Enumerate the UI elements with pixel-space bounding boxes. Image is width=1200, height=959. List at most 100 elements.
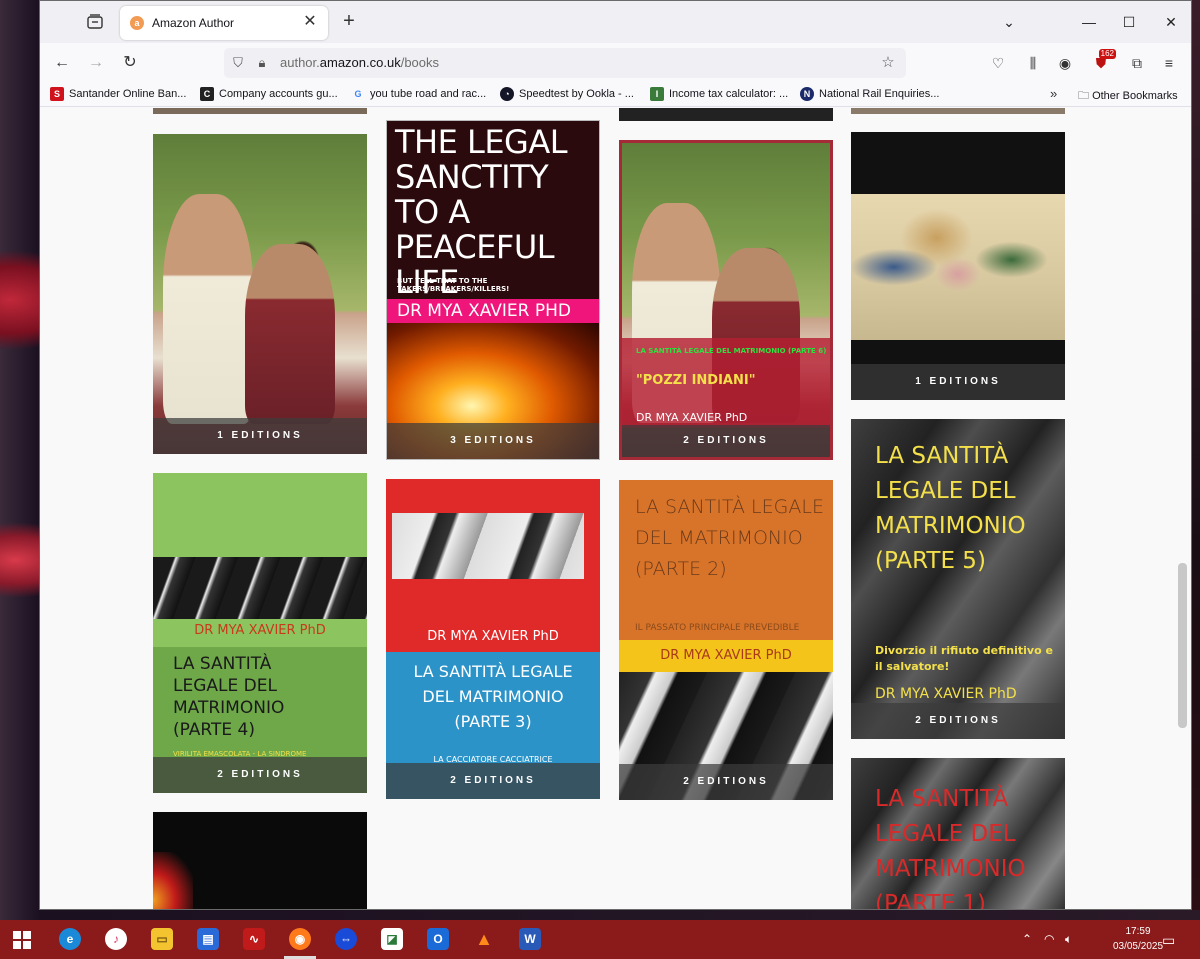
notifications-icon[interactable]: ▭ [1162, 932, 1175, 949]
edge-icon[interactable]: e [59, 928, 81, 950]
tab-overview-icon[interactable] [86, 13, 104, 31]
editions-label: 2 EDITIONS [386, 763, 600, 799]
editions-label: 1 EDITIONS [153, 418, 367, 454]
handshake-image [392, 513, 584, 579]
cover-art-image [153, 852, 193, 909]
bookmark-company-accounts[interactable]: C Company accounts gu... [200, 87, 338, 101]
bookmark-youtube-search[interactable]: Gyou tube road and rac... [351, 87, 486, 101]
file-explorer-icon[interactable]: ▭ [151, 928, 173, 950]
book-author: DR MYA XAVIER PHD [397, 301, 571, 321]
itunes-icon[interactable]: ♪ [105, 928, 127, 950]
scanner-icon[interactable]: ▤ [197, 928, 219, 950]
book-author: DR MYA XAVIER PhD [660, 648, 792, 663]
address-bar[interactable]: ⛉ 🔒︎ author.amazon.co.uk/books ☆ [224, 48, 906, 78]
editions-label: 2 EDITIONS [619, 764, 833, 800]
cover-figure-woman [245, 244, 335, 424]
back-icon[interactable]: ← [51, 52, 73, 74]
vlc-icon[interactable]: ▲ [473, 928, 495, 950]
book-title: LA SANTITÀ LEGALE DEL MATRIMONIO (PARTE … [413, 662, 573, 731]
lock-icon[interactable]: 🔒︎ [254, 55, 270, 71]
system-clock[interactable]: 17:59 03/05/2025 [1110, 924, 1166, 954]
book-card[interactable]: LA SANTITÀ LEGALE DEL MATRIMONIO (PARTE … [851, 758, 1065, 910]
shield-icon[interactable]: ⛉ [230, 55, 246, 71]
editions-label: 2 EDITIONS [622, 425, 830, 457]
close-tab-icon[interactable]: ✕ [300, 12, 320, 32]
bookmarks-bar: S Santander Online Ban... C Company accoun… [40, 83, 1191, 107]
book-title: LA SANTITÀ LEGALE DEL MATRIMONIO (PARTE … [875, 786, 1026, 910]
national-rail-icon: N [800, 87, 814, 101]
nav-bar: ← → ↻ ⛉ 🔒︎ author.amazon.co.uk/books ☆ ♡… [40, 43, 1191, 83]
bookmark-speedtest[interactable]: ◔ Speedtest by Ookla - ... [500, 87, 634, 101]
book-card[interactable]: THE LEGAL SANCTITY TO A PEACEFUL LIFE BU… [386, 120, 600, 460]
maps-icon[interactable]: ◪ [381, 928, 403, 950]
word-icon[interactable]: W [519, 928, 541, 950]
book-author: DR MYA XAVIER PhD [875, 686, 1017, 702]
windows-start-icon[interactable] [12, 930, 32, 950]
reload-icon[interactable]: ↻ [119, 52, 141, 74]
crowd-painting-image [851, 194, 1065, 340]
chevron-down-icon[interactable]: ⌄ [998, 11, 1020, 33]
extension-shield-icon[interactable]: ⛊ 162 [1090, 49, 1116, 74]
clock-date: 03/05/2025 [1112, 941, 1164, 952]
book-card-cropped[interactable] [153, 108, 367, 114]
books-page: 1 EDITIONS THE LEGAL SANCTITY TO A PEACE… [40, 108, 1191, 910]
tray-chevron-up-icon[interactable]: ⌃ [1022, 932, 1032, 946]
account-icon[interactable]: ◉ [1054, 52, 1076, 74]
firefox-icon[interactable]: ◉ [289, 928, 311, 950]
bookmark-national-rail[interactable]: N National Rail Enquiries... [800, 87, 939, 101]
book-subtitle: "POZZI INDIANI" [636, 373, 756, 388]
editions-label: 2 EDITIONS [851, 703, 1065, 739]
minimize-icon[interactable]: — [1078, 11, 1100, 33]
book-title: LA SANTITÀ LEGALE DEL MATRIMONIO (PARTE … [636, 347, 827, 355]
tab-bar: a Amazon Author ✕ + ⌄ — ☐ ✕ [40, 1, 1191, 43]
book-author: DR MYA XAVIER PhD [636, 411, 748, 424]
browser-window: a Amazon Author ✕ + ⌄ — ☐ ✕ ← → ↻ ⛉ 🔒︎ a… [39, 0, 1192, 910]
editions-label: 1 EDITIONS [851, 364, 1065, 400]
new-tab-icon[interactable]: + [338, 11, 360, 33]
speedtest-icon: ◔ [500, 87, 514, 101]
extensions-puzzle-icon[interactable]: ⧉ [1126, 52, 1148, 74]
wifi-icon[interactable]: ◠ [1044, 932, 1054, 946]
book-card[interactable] [153, 812, 367, 909]
forward-icon[interactable]: → [85, 52, 107, 74]
outlook-icon[interactable]: O [427, 928, 449, 950]
bookmark-star-icon[interactable]: ☆ [880, 55, 896, 71]
company-icon: C [200, 87, 214, 101]
activity-monitor-icon[interactable]: ∿ [243, 928, 265, 950]
other-bookmarks-folder[interactable]: 🗀︎ Other Bookmarks [1078, 87, 1178, 106]
book-card[interactable]: DR MYA XAVIER PhD LA SANTITÀ LEGALE DEL … [386, 479, 600, 799]
book-card[interactable]: LA SANTITÀ LEGALE DEL MATRIMONIO (PARTE … [851, 419, 1065, 739]
pocket-icon[interactable]: ♡ [987, 52, 1009, 74]
url-text[interactable]: author.amazon.co.uk/books [280, 55, 439, 70]
book-card[interactable]: 1 EDITIONS [851, 132, 1065, 400]
teamviewer-icon[interactable]: ⇔ [335, 928, 357, 950]
more-bookmarks-icon[interactable]: » [1050, 86, 1057, 101]
book-author: DR MYA XAVIER PhD [427, 629, 559, 644]
amazon-favicon-icon: a [130, 16, 144, 30]
tab-amazon-author[interactable]: a Amazon Author ✕ [120, 6, 328, 40]
maximize-icon[interactable]: ☐ [1118, 11, 1140, 33]
book-subtitle: Divorzio il rifiuto definitivo e il salv… [875, 644, 1053, 673]
close-window-icon[interactable]: ✕ [1160, 11, 1182, 33]
editions-label: 2 EDITIONS [153, 757, 367, 793]
book-card[interactable]: LA SANTITÀ LEGALE DEL MATRIMONIO (PARTE … [619, 480, 833, 800]
suit-image [153, 557, 367, 619]
bookmark-income-tax[interactable]: I Income tax calculator: ... [650, 87, 788, 101]
book-card[interactable]: DR MYA XAVIER PhD LA SANTITÀ LEGALE DEL … [153, 473, 367, 793]
book-card[interactable]: 1 EDITIONS [153, 134, 367, 454]
cover-figure-man [163, 194, 253, 424]
book-card-cropped[interactable] [619, 108, 833, 121]
book-author: DR MYA XAVIER PhD [194, 623, 326, 638]
menu-icon[interactable]: ≡ [1158, 52, 1180, 74]
page-scrollbar[interactable] [1178, 563, 1187, 728]
volume-icon[interactable]: 🔈︎ [1065, 932, 1072, 947]
extension-badge: 162 [1098, 49, 1116, 59]
google-icon: G [354, 89, 362, 99]
library-icon[interactable]: ⫼ [1022, 52, 1044, 74]
book-title: LA SANTITÀ LEGALE DEL MATRIMONIO (PARTE … [173, 654, 285, 740]
bookmark-santander[interactable]: S Santander Online Ban... [50, 87, 186, 101]
santander-icon: S [50, 87, 64, 101]
book-card-cropped[interactable] [851, 108, 1065, 114]
book-card[interactable]: LA SANTITÀ LEGALE DEL MATRIMONIO (PARTE … [619, 140, 833, 460]
taskbar: e ♪ ▭ ▤ ∿ ◉ ⇔ ◪ O ▲ W ⌃ ◠ 🔈︎ 17:59 03/05… [0, 920, 1200, 959]
